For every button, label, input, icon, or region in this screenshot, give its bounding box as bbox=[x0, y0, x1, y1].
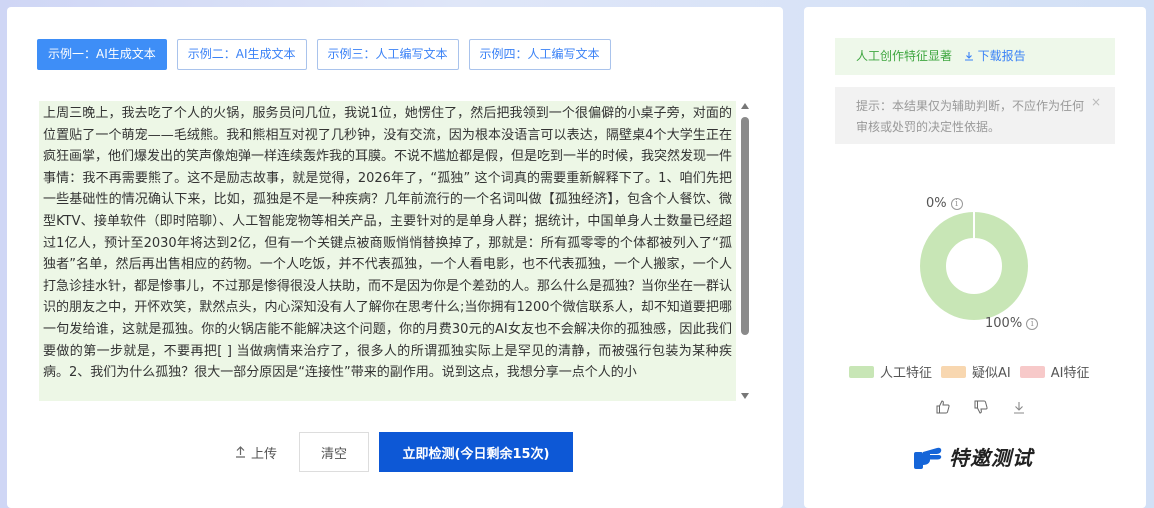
download-icon[interactable] bbox=[1010, 399, 1028, 415]
human-percent-label: 100% i bbox=[985, 316, 1039, 331]
detect-button[interactable]: 立即检测(今日剩余15次) bbox=[379, 432, 573, 472]
close-icon[interactable]: × bbox=[1091, 92, 1101, 113]
feedback-bar bbox=[934, 399, 1028, 415]
info-icon[interactable]: i bbox=[1026, 317, 1039, 330]
legend-swatch bbox=[941, 365, 967, 378]
clear-button[interactable]: 清空 bbox=[299, 432, 369, 472]
download-icon bbox=[964, 52, 973, 61]
input-panel: 示例一：AI生成文本 示例二：AI生成文本 示例三：人工编写文本 示例四：人工编… bbox=[7, 7, 783, 508]
download-report-link[interactable]: 下载报告 bbox=[964, 49, 1026, 63]
tab-example-2[interactable]: 示例二：AI生成文本 bbox=[176, 39, 307, 70]
tab-example-3[interactable]: 示例三：人工编写文本 bbox=[316, 39, 459, 70]
scroll-up-arrow[interactable] bbox=[741, 103, 749, 109]
result-status: 人工创作特征显著 bbox=[856, 49, 953, 63]
legend-swatch bbox=[1019, 365, 1045, 378]
example-tabs: 示例一：AI生成文本 示例二：AI生成文本 示例三：人工编写文本 示例四：人工编… bbox=[37, 39, 611, 70]
hint-text: 提示：本结果仅为辅助判断，不应作为任何审核或处罚的决定性依据。 bbox=[856, 99, 1085, 134]
action-bar: 上传 清空 立即检测(今日剩余15次) bbox=[221, 432, 573, 472]
brand-logo-icon bbox=[914, 447, 942, 469]
result-banner: 人工创作特征显著 下载报告 bbox=[835, 38, 1115, 75]
legend-swatch bbox=[849, 365, 874, 378]
thumbs-down-icon[interactable] bbox=[972, 399, 990, 415]
legend-label: 疑似AI bbox=[972, 366, 1011, 381]
legend-item-human: 人工特征 bbox=[849, 362, 932, 381]
ai-percent-label: 0% i bbox=[926, 196, 963, 211]
legend-item-ai: AI特征 bbox=[1019, 362, 1090, 381]
tab-example-1[interactable]: 示例一：AI生成文本 bbox=[37, 39, 167, 70]
info-icon[interactable]: i bbox=[950, 197, 963, 210]
upload-label: 上传 bbox=[250, 446, 277, 462]
ai-percent-value: 0% bbox=[926, 196, 947, 211]
download-label: 下载报告 bbox=[977, 49, 1026, 63]
legend-label: 人工特征 bbox=[880, 366, 933, 381]
result-donut-chart bbox=[920, 212, 1028, 320]
hint-box: 提示：本结果仅为辅助判断，不应作为任何审核或处罚的决定性依据。 × bbox=[835, 87, 1115, 144]
upload-button[interactable]: 上传 bbox=[221, 432, 291, 472]
legend-label: AI特征 bbox=[1050, 366, 1090, 381]
text-scrollbar[interactable] bbox=[741, 103, 749, 399]
scroll-thumb[interactable] bbox=[741, 117, 749, 335]
brand-badge: 特邀测试 bbox=[913, 442, 1033, 471]
human-percent-value: 100% bbox=[985, 316, 1023, 331]
text-input-area[interactable]: 上周三晚上，我去吃了个人的火锅，服务员问几位，我说1位，她愣住了，然后把我领到一… bbox=[39, 101, 736, 401]
scroll-down-arrow[interactable] bbox=[741, 393, 749, 399]
thumbs-up-icon[interactable] bbox=[934, 399, 952, 415]
legend-item-suspected-ai: 疑似AI bbox=[941, 362, 1011, 381]
upload-icon bbox=[235, 446, 245, 458]
tab-example-4[interactable]: 示例四：人工编写文本 bbox=[468, 39, 611, 70]
chart-legend: 人工特征 疑似AI AI特征 bbox=[849, 362, 1089, 381]
brand-text: 特邀测试 bbox=[949, 446, 1033, 470]
result-panel: 人工创作特征显著 下载报告 提示：本结果仅为辅助判断，不应作为任何审核或处罚的决… bbox=[804, 7, 1146, 508]
